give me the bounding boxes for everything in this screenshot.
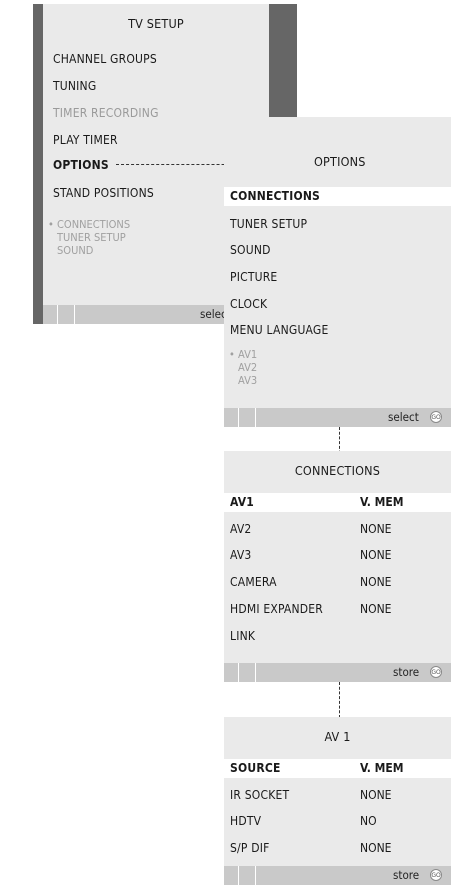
- connections-footer-bar: store GO: [224, 663, 451, 682]
- menu-item-clock[interactable]: CLOCK: [230, 297, 267, 311]
- menu-item-stand-positions[interactable]: STAND POSITIONS: [53, 186, 154, 200]
- tv-setup-submenu-preview: • CONNECTIONS TUNER SETUP SOUND: [48, 218, 131, 257]
- tv-setup-title: TV SETUP: [128, 16, 184, 31]
- row-label-hdtv[interactable]: HDTV: [230, 814, 261, 828]
- menu-item-picture[interactable]: PICTURE: [230, 270, 277, 284]
- row-value-source: V. MEM: [360, 761, 404, 775]
- footer-divider: [255, 663, 256, 682]
- options-title: OPTIONS: [314, 154, 366, 169]
- bullet-icon: •: [48, 218, 54, 231]
- row-label-hdmi-expander[interactable]: HDMI EXPANDER: [230, 602, 323, 616]
- preview-item-av1: AV1: [238, 348, 258, 361]
- options-submenu-preview: • AV1 AV2 AV3: [229, 348, 258, 387]
- tv-setup-left-border: [33, 4, 43, 324]
- footer-divider: [255, 866, 256, 885]
- menu-item-tuner-setup[interactable]: TUNER SETUP: [230, 217, 307, 231]
- row-value-hdtv: NO: [360, 814, 377, 828]
- preview-item-tuner-setup: TUNER SETUP: [57, 231, 126, 244]
- preview-item-connections: CONNECTIONS: [57, 218, 131, 231]
- row-label-source[interactable]: SOURCE: [230, 761, 281, 775]
- bullet-icon: •: [229, 348, 235, 361]
- footer-divider: [238, 866, 239, 885]
- row-label-av2[interactable]: AV2: [230, 522, 251, 536]
- go-button-icon[interactable]: GO: [430, 411, 442, 423]
- row-label-camera[interactable]: CAMERA: [230, 575, 277, 589]
- menu-item-sound[interactable]: SOUND: [230, 243, 271, 257]
- av1-title: AV 1: [324, 729, 351, 744]
- go-button-icon[interactable]: GO: [430, 666, 442, 678]
- row-label-ir-socket[interactable]: IR SOCKET: [230, 788, 289, 802]
- footer-store-label: store: [393, 665, 420, 679]
- row-value-sp-dif: NONE: [360, 841, 392, 855]
- connections-menu: CONNECTIONS AV1 V. MEM AV2 NONE AV3 NONE…: [224, 451, 451, 682]
- options-menu: OPTIONS CONNECTIONS TUNER SETUP SOUND PI…: [224, 117, 451, 427]
- row-value-av1: V. MEM: [360, 495, 404, 509]
- footer-divider: [238, 663, 239, 682]
- preview-item-av2: AV2: [238, 361, 258, 374]
- row-label-link[interactable]: LINK: [230, 629, 255, 643]
- row-value-av3: NONE: [360, 548, 392, 562]
- row-label-av1[interactable]: AV1: [230, 495, 254, 509]
- row-label-av3[interactable]: AV3: [230, 548, 251, 562]
- row-value-camera: NONE: [360, 575, 392, 589]
- av1-menu: AV 1 SOURCE V. MEM IR SOCKET NONE HDTV N…: [224, 717, 451, 885]
- menu-item-play-timer[interactable]: PLAY TIMER: [53, 133, 118, 147]
- menu-item-timer-recording[interactable]: TIMER RECORDING: [53, 106, 159, 120]
- options-footer-bar: select GO: [224, 408, 451, 427]
- footer-select-label: select: [388, 410, 419, 424]
- footer-divider: [238, 408, 239, 427]
- row-value-ir-socket: NONE: [360, 788, 392, 802]
- menu-item-menu-language[interactable]: MENU LANGUAGE: [230, 323, 329, 337]
- preview-item-sound: SOUND: [57, 244, 94, 257]
- connector-av1: [339, 682, 340, 718]
- preview-item-av3: AV3: [238, 374, 258, 387]
- footer-divider: [74, 305, 75, 324]
- footer-divider: [255, 408, 256, 427]
- row-value-hdmi-expander: NONE: [360, 602, 392, 616]
- menu-item-channel-groups[interactable]: CHANNEL GROUPS: [53, 52, 157, 66]
- menu-item-tuning[interactable]: TUNING: [53, 79, 96, 93]
- footer-store-label: store: [393, 868, 420, 882]
- connections-title: CONNECTIONS: [294, 463, 381, 478]
- connections-highlight-row: [224, 493, 451, 512]
- footer-divider: [57, 305, 58, 324]
- av1-footer-bar: store GO: [224, 866, 451, 885]
- menu-item-connections[interactable]: CONNECTIONS: [230, 189, 320, 203]
- row-label-sp-dif[interactable]: S/P DIF: [230, 841, 270, 855]
- menu-item-options[interactable]: OPTIONS: [53, 158, 109, 172]
- row-value-av2: NONE: [360, 522, 392, 536]
